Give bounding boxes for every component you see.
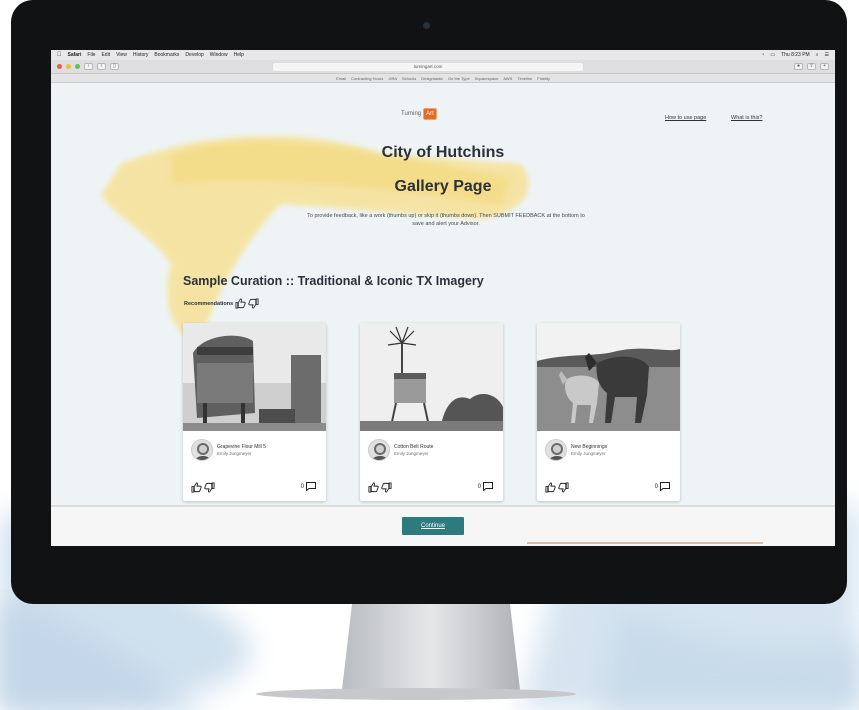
browser-toolbar: ‹ › ▯ turningart.com ● ⇪ +	[51, 60, 835, 74]
wifi-icon[interactable]: ◔	[761, 52, 764, 58]
artwork-title[interactable]: New Beginnings	[571, 444, 607, 450]
avatar	[191, 439, 213, 461]
back-button[interactable]: ‹	[84, 63, 93, 70]
artwork-title[interactable]: Grapevine Flour Mill 5	[217, 444, 266, 450]
recommendations-row: Recommendations	[184, 298, 259, 309]
curation-title: Sample Curation :: Traditional & Iconic …	[183, 274, 484, 288]
thumbs-up-icon[interactable]	[368, 482, 379, 493]
bookmark-item[interactable]: Contracting Hours	[351, 76, 383, 81]
thumbs-down-icon[interactable]	[204, 482, 215, 493]
forward-button[interactable]: ›	[97, 63, 106, 70]
comments-button[interactable]: 0	[478, 482, 493, 491]
battery-icon[interactable]: ▭	[770, 52, 775, 58]
comment-count: 0	[654, 483, 658, 490]
comment-count: 0	[477, 483, 481, 490]
imac-monitor:  Safari File Edit View History Bookmark…	[11, 0, 847, 604]
bookmark-item[interactable]: Fidelity	[537, 76, 550, 81]
progress-indicator	[527, 542, 763, 544]
avatar	[368, 439, 390, 461]
artwork-title[interactable]: Cotton Belt Route	[394, 444, 433, 450]
thumbs-up-icon[interactable]	[545, 482, 556, 493]
artist-name: Emily Jungmeyer	[217, 451, 252, 456]
artwork-photo[interactable]	[537, 323, 680, 431]
turningart-logo[interactable]: Turning Art	[401, 108, 437, 120]
comments-button[interactable]: 0	[655, 482, 670, 491]
bookmark-item[interactable]: On the Type	[448, 76, 470, 81]
artwork-photo[interactable]	[360, 323, 503, 431]
bookmark-item[interactable]: Timeline	[517, 76, 532, 81]
avatar	[545, 439, 567, 461]
browser-screen:  Safari File Edit View History Bookmark…	[51, 50, 835, 546]
bookmark-item[interactable]: Schools	[402, 76, 416, 81]
menu-history[interactable]: History	[133, 52, 149, 58]
artwork-photo[interactable]	[183, 323, 326, 431]
search-icon[interactable]: ⌕	[816, 52, 819, 58]
menu-develop[interactable]: Develop	[185, 52, 203, 58]
menu-bookmarks[interactable]: Bookmarks	[154, 52, 179, 58]
menu-safari[interactable]: Safari	[68, 52, 82, 58]
monitor-stand	[342, 604, 520, 690]
thumbs-up-icon[interactable]	[235, 298, 246, 309]
bookmark-item[interactable]: AWS	[503, 76, 512, 81]
menu-edit[interactable]: Edit	[101, 52, 110, 58]
continue-button[interactable]: Continue	[402, 517, 464, 535]
menu-file[interactable]: File	[87, 52, 95, 58]
comment-icon	[660, 482, 670, 491]
address-bar[interactable]: turningart.com	[273, 62, 583, 71]
thumbs-down-icon[interactable]	[381, 482, 392, 493]
monitor-base	[256, 688, 576, 700]
artwork-card[interactable]: Grapevine Flour Mill 5 Emily Jungmeyer 0	[183, 323, 326, 501]
thumbs-down-icon[interactable]	[558, 482, 569, 493]
sticky-footer: Continue	[51, 505, 835, 546]
new-tab-button[interactable]: +	[820, 63, 829, 70]
logo-text: Turning	[401, 111, 422, 117]
mac-menubar:  Safari File Edit View History Bookmark…	[51, 50, 835, 60]
comment-count: 0	[300, 483, 304, 490]
bookmark-item[interactable]: Designtastic	[421, 76, 443, 81]
how-to-use-link[interactable]: How to use page	[665, 115, 706, 121]
bookmark-item[interactable]: Email	[336, 76, 346, 81]
menu-window[interactable]: Window	[210, 52, 228, 58]
menu-view[interactable]: View	[116, 52, 127, 58]
thumbs-down-icon[interactable]	[248, 298, 259, 309]
comment-icon	[306, 482, 316, 491]
control-center-icon[interactable]: ☰	[825, 52, 829, 58]
instructions-text: To provide feedback, like a work (thumbs…	[307, 213, 585, 227]
bookmark-item[interactable]: JIRA	[388, 76, 397, 81]
bookmarks-bar: Email Contracting Hours JIRA Schools Des…	[51, 74, 835, 83]
clock[interactable]: Thu 8:23 PM	[781, 52, 810, 58]
what-is-this-link[interactable]: What is this?	[731, 115, 762, 121]
zoom-window-icon[interactable]	[75, 64, 80, 69]
city-title: City of Hutchins	[381, 144, 505, 161]
comment-icon	[483, 482, 493, 491]
artwork-card[interactable]: New Beginnings Emily Jungmeyer 0	[537, 323, 680, 501]
camera-icon	[423, 22, 430, 29]
gallery-page: Turning Art How to use page What is this…	[51, 94, 835, 546]
artwork-card[interactable]: Cotton Belt Route Emily Jungmeyer 0	[360, 323, 503, 501]
menu-help[interactable]: Help	[234, 52, 244, 58]
logo-box: Art	[423, 108, 437, 120]
sidebar-toggle-icon[interactable]: ▯	[110, 63, 119, 70]
extension-icon[interactable]: ●	[794, 63, 803, 70]
bookmark-item[interactable]: Squarespace	[475, 76, 499, 81]
artist-name: Emily Jungmeyer	[394, 451, 429, 456]
page-title: Gallery Page	[394, 178, 492, 195]
comments-button[interactable]: 0	[301, 482, 316, 491]
artist-name: Emily Jungmeyer	[571, 451, 606, 456]
share-icon[interactable]: ⇪	[807, 63, 816, 70]
close-window-icon[interactable]	[57, 64, 62, 69]
minimize-window-icon[interactable]	[66, 64, 71, 69]
apple-icon[interactable]: 	[57, 52, 62, 58]
thumbs-up-icon[interactable]	[191, 482, 202, 493]
recommendations-label: Recommendations	[184, 300, 234, 307]
